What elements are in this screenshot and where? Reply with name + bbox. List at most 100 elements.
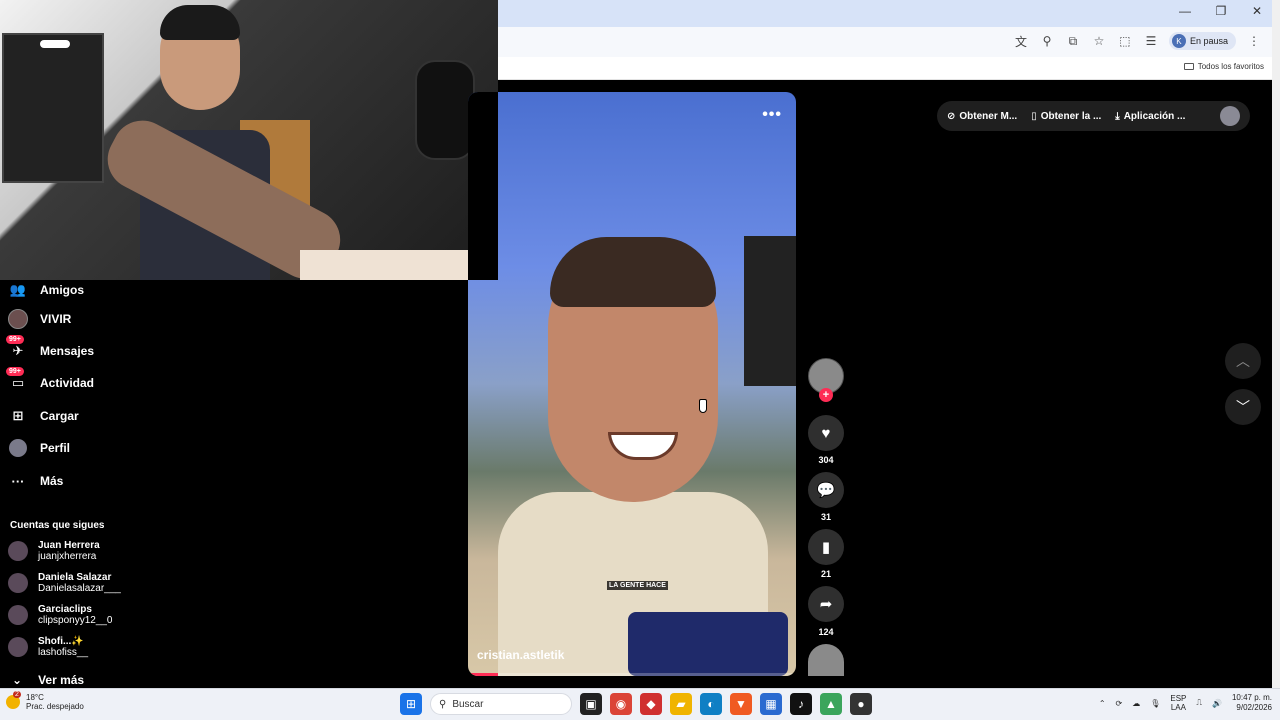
- cloud-icon[interactable]: ☁: [1132, 699, 1140, 708]
- phone-icon: ▯: [1031, 110, 1037, 122]
- comment-count: 31: [820, 512, 831, 522]
- weather-badge: 2: [13, 691, 21, 698]
- video-shirt-print: [628, 612, 788, 676]
- video-person-hair: [550, 237, 716, 307]
- translate-icon[interactable]: 文: [1013, 33, 1029, 49]
- get-app-label: Obtener la ...: [1040, 110, 1102, 122]
- task-view-icon[interactable]: ▣: [580, 693, 602, 715]
- follow-plus-icon[interactable]: +: [819, 388, 833, 402]
- video-player[interactable]: ••• LA GENTE HACE cristian.astletik: [468, 92, 796, 676]
- previous-video-button[interactable]: ︿: [1225, 343, 1261, 379]
- nav-more[interactable]: ··· Más: [8, 471, 64, 491]
- nav-profile[interactable]: Perfil: [8, 438, 70, 458]
- following-item[interactable]: Juan Herrera juanjxherrera: [8, 540, 100, 562]
- sync-icon[interactable]: ⟳: [1116, 699, 1123, 708]
- share-arrow-icon: ➦: [819, 596, 833, 613]
- windows-start-icon[interactable]: ⊞: [400, 693, 422, 715]
- following-handle: clipsponyy12__0: [38, 615, 113, 626]
- store-icon[interactable]: ▦: [760, 693, 782, 715]
- screen: — ❐ ✕ 文 ⚲ ⧉ ☆ ⬚ ☰ K En pausa ⋮ Todos los…: [0, 0, 1280, 720]
- webcam-background-window: [2, 33, 104, 183]
- following-name: Daniela Salazar: [38, 572, 112, 583]
- volume-icon[interactable]: 🔊: [1212, 699, 1222, 708]
- chevron-up-icon: ︿: [1236, 353, 1250, 369]
- menu-kebab-icon[interactable]: ⋮: [1246, 33, 1262, 49]
- chevron-down-icon: ﹀: [1236, 399, 1250, 415]
- profile-button[interactable]: K En pausa: [1168, 32, 1236, 50]
- all-bookmarks-button[interactable]: Todos los favoritos: [1183, 62, 1264, 71]
- clock-date: 9/02/2026: [1236, 703, 1272, 712]
- desktop-app-button[interactable]: ⤓ Aplicación ...: [1115, 111, 1185, 122]
- video-subtitle: LA GENTE HACE: [607, 581, 668, 590]
- avatar: [8, 605, 28, 625]
- reading-list-icon[interactable]: ☰: [1143, 33, 1159, 49]
- profile-avatar-icon: [8, 438, 28, 458]
- nav-friends[interactable]: 👥 Amigos: [8, 280, 84, 300]
- file-explorer-icon[interactable]: ▰: [670, 693, 692, 715]
- address-bar-actions: 文 ⚲ ⧉ ☆ ⬚ ☰ K En pausa ⋮: [1013, 32, 1262, 50]
- desktop-app-label: Aplicación ...: [1123, 110, 1186, 122]
- get-coins-button[interactable]: ⊘ Obtener M...: [947, 111, 1017, 122]
- avatar: [8, 541, 28, 561]
- webcam-person-hair: [160, 5, 240, 40]
- nav-live-label: VIVIR: [40, 312, 72, 326]
- nav-messages[interactable]: ✈ 99+ Mensajes: [6, 335, 94, 361]
- like-button[interactable]: ♥: [808, 415, 844, 451]
- following-handle: juanjxherrera: [38, 551, 97, 562]
- media-app-icon[interactable]: ◆: [640, 693, 662, 715]
- nav-activity-label: Actividad: [40, 376, 95, 390]
- network-icon[interactable]: ⎍: [1196, 698, 1202, 708]
- avatar: [8, 573, 28, 593]
- minimize-icon[interactable]: —: [1178, 4, 1192, 18]
- save-button[interactable]: ▮: [808, 529, 844, 565]
- app-icon[interactable]: ▲: [820, 693, 842, 715]
- chevron-up-icon[interactable]: ⌃: [1099, 699, 1106, 708]
- clock[interactable]: 10:47 p. m. 9/02/2026: [1232, 693, 1272, 713]
- more-dots-icon: ···: [11, 473, 25, 489]
- mouse-cursor: [699, 399, 707, 413]
- get-app-button[interactable]: ▯ Obtener la ...: [1031, 111, 1101, 122]
- video-progress-bar[interactable]: [468, 673, 796, 676]
- install-app-icon[interactable]: ⧉: [1065, 33, 1081, 49]
- nav-live[interactable]: VIVIR: [8, 309, 71, 329]
- language-indicator[interactable]: ESP LAA: [1170, 694, 1186, 712]
- share-count: 124: [818, 627, 834, 637]
- folder-icon: [1183, 63, 1194, 70]
- tiktok-icon[interactable]: ♪: [790, 693, 812, 715]
- nav-upload[interactable]: ⊞ Cargar: [8, 406, 79, 426]
- profile-status: En pausa: [1189, 36, 1228, 46]
- bookmark-star-icon[interactable]: ☆: [1091, 33, 1107, 49]
- mic-icon[interactable]: 🎙: [1150, 699, 1160, 708]
- following-item[interactable]: Daniela Salazar Danielasalazar___: [8, 572, 121, 594]
- avatar: [8, 637, 28, 657]
- weather-widget[interactable]: 2 18°C Prac. despejado: [6, 691, 84, 711]
- messages-badge: 99+: [6, 335, 24, 344]
- nav-activity[interactable]: ▭ 99+ Actividad: [6, 367, 95, 393]
- extensions-icon[interactable]: ⬚: [1117, 33, 1133, 49]
- taskbar-search[interactable]: ⚲ Buscar: [430, 693, 572, 715]
- edge-icon[interactable]: ◐: [700, 693, 722, 715]
- recording-app-icon[interactable]: ●: [850, 693, 872, 715]
- video-left-mask: [468, 92, 498, 280]
- see-more-button[interactable]: ⌄ Ver más: [12, 673, 84, 687]
- zoom-icon[interactable]: ⚲: [1039, 33, 1055, 49]
- chrome-icon[interactable]: ◉: [610, 693, 632, 715]
- close-icon[interactable]: ✕: [1250, 4, 1264, 18]
- share-button[interactable]: ➦: [808, 586, 844, 622]
- comment-button[interactable]: 💬: [808, 472, 844, 508]
- webcam-overlay: [0, 0, 498, 280]
- system-tray: ⌃ ⟳ ☁ 🎙 ESP LAA ⎍ 🔊 10:47 p. m. 9/02/202…: [1099, 693, 1272, 713]
- following-item[interactable]: Garciaclips clipsponyy12__0: [8, 604, 113, 626]
- brave-icon[interactable]: ▼: [730, 693, 752, 715]
- get-coins-label: Obtener M...: [959, 110, 1018, 122]
- avatar[interactable]: [1220, 106, 1240, 126]
- sound-avatar[interactable]: [808, 644, 844, 676]
- following-item[interactable]: Shofi...✨ lashofiss__: [8, 636, 88, 658]
- live-avatar-icon: [8, 309, 28, 329]
- following-name: Juan Herrera: [38, 540, 100, 551]
- friends-icon: 👥: [9, 282, 27, 297]
- video-author[interactable]: cristian.astletik: [477, 648, 564, 662]
- next-video-button[interactable]: ﹀: [1225, 389, 1261, 425]
- restore-icon[interactable]: ❐: [1214, 4, 1228, 18]
- video-more-options-icon[interactable]: •••: [762, 106, 782, 124]
